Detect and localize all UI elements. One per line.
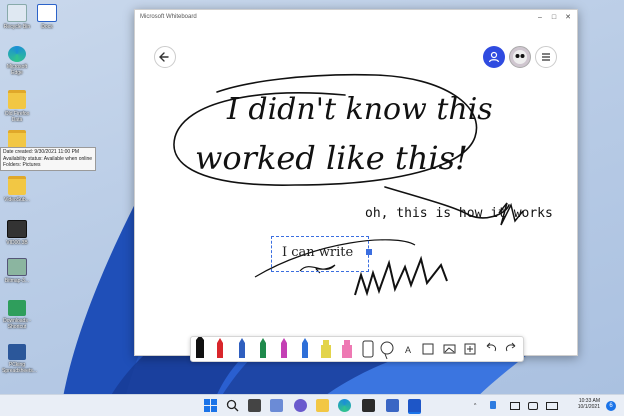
tooltip-line: Folders: Pictures bbox=[3, 162, 41, 168]
whiteboard-canvas[interactable]: I didn't know this worked like this! oh,… bbox=[135, 27, 577, 355]
bluetooth-icon[interactable] bbox=[490, 401, 496, 409]
network-icon[interactable] bbox=[510, 402, 520, 410]
desktop-icon-edge[interactable]: Microsoft Edge bbox=[2, 46, 32, 76]
desktop-icon-old-firefox-data[interactable]: Old Firefox Data bbox=[2, 90, 32, 123]
window-titlebar[interactable]: Microsoft Whiteboard – □ ✕ bbox=[135, 10, 577, 27]
ink-toolbar: A bbox=[190, 336, 524, 362]
chat-icon[interactable] bbox=[294, 399, 307, 412]
ink-handwriting-2: worked like this! bbox=[195, 139, 468, 177]
task-view-icon[interactable] bbox=[248, 399, 261, 412]
whiteboard-taskbar-icon[interactable] bbox=[408, 399, 421, 414]
minimize-button[interactable]: – bbox=[533, 12, 547, 24]
desktop-icon-downloads-shortcut[interactable]: Downloads - Shortcut bbox=[2, 300, 32, 330]
desktop-icon-recycle-bin[interactable]: Recycle Bin bbox=[2, 4, 32, 30]
word-file-icon bbox=[8, 344, 26, 360]
pen-black[interactable] bbox=[196, 337, 204, 358]
file-explorer-icon[interactable] bbox=[316, 399, 329, 412]
taskbar: ^ 10:33 AM 10/1/2021 6 bbox=[0, 394, 624, 416]
pen-red[interactable] bbox=[217, 338, 223, 358]
desktop-icon-docs[interactable]: Docs bbox=[32, 4, 62, 30]
desktop: Recycle Bin Docs Microsoft Edge Old Fire… bbox=[0, 0, 624, 416]
pen-green[interactable] bbox=[260, 338, 266, 358]
battery-icon[interactable] bbox=[546, 402, 558, 410]
whiteboard-window: Microsoft Whiteboard – □ ✕ I didn't know… bbox=[134, 9, 578, 356]
search-button[interactable] bbox=[226, 399, 239, 412]
window-title: Microsoft Whiteboard bbox=[140, 14, 197, 20]
desktop-icon-video-file[interactable]: VID00.3B bbox=[2, 220, 32, 246]
recycle-bin-icon bbox=[7, 4, 27, 22]
resize-handle[interactable] bbox=[366, 249, 372, 255]
svg-text:A: A bbox=[405, 345, 411, 355]
eraser-icon[interactable] bbox=[362, 340, 374, 358]
ink-handwriting-1: I didn't know this bbox=[226, 92, 493, 127]
highlighter-yellow[interactable] bbox=[321, 340, 331, 358]
photos-icon[interactable] bbox=[386, 399, 399, 412]
start-button[interactable] bbox=[204, 399, 217, 412]
pen-blue[interactable] bbox=[239, 338, 245, 358]
windows-logo-icon bbox=[204, 399, 217, 412]
notification-badge[interactable]: 6 bbox=[606, 401, 616, 411]
store-icon[interactable] bbox=[362, 399, 375, 412]
tray-chevron-icon[interactable]: ^ bbox=[474, 403, 476, 416]
desktop-icon-word-file[interactable]: PCking Spreadsheets... bbox=[2, 344, 37, 374]
add-icon[interactable] bbox=[464, 343, 476, 355]
lasso-icon[interactable] bbox=[380, 341, 394, 360]
text-tool[interactable]: A bbox=[405, 345, 411, 355]
widgets-icon[interactable] bbox=[270, 399, 283, 412]
text-box-content: I can write bbox=[282, 245, 354, 260]
ink-layer: I didn't know this worked like this! oh,… bbox=[173, 73, 553, 297]
document-icon bbox=[37, 4, 57, 22]
pen-light-blue[interactable] bbox=[302, 338, 308, 358]
folder-icon bbox=[8, 176, 26, 195]
desktop-icon-videosub[interactable]: VideoSub... bbox=[2, 176, 32, 203]
edge-taskbar-icon[interactable] bbox=[338, 399, 351, 412]
folder-icon bbox=[8, 90, 26, 109]
maximize-button[interactable]: □ bbox=[547, 12, 561, 24]
search-icon bbox=[226, 399, 239, 412]
folder-tooltip: Date created: 9/30/2021 11:00 PM Availab… bbox=[0, 147, 96, 171]
clock[interactable]: 10:33 AM 10/1/2021 bbox=[562, 398, 600, 416]
volume-icon[interactable] bbox=[528, 402, 538, 410]
clock-date: 10/1/2021 bbox=[577, 404, 600, 410]
video-file-icon bbox=[7, 220, 27, 238]
desktop-icon-bitmap[interactable]: Bitmap-3... bbox=[2, 258, 32, 284]
redo-icon[interactable] bbox=[506, 342, 516, 352]
toolbar-tools: A bbox=[196, 337, 516, 360]
pen-purple[interactable] bbox=[281, 338, 287, 358]
close-button[interactable]: ✕ bbox=[561, 12, 575, 24]
sticky-note-icon[interactable] bbox=[422, 343, 434, 355]
edge-icon bbox=[8, 46, 26, 62]
text-box-selection[interactable]: I can write bbox=[271, 236, 372, 272]
typed-note: oh, this is how it works bbox=[365, 206, 553, 221]
highlighter-pink[interactable] bbox=[342, 340, 352, 358]
downloads-shortcut-icon bbox=[8, 300, 26, 316]
image-icon[interactable] bbox=[443, 344, 456, 354]
image-file-icon bbox=[7, 258, 27, 276]
undo-icon[interactable] bbox=[486, 342, 496, 352]
